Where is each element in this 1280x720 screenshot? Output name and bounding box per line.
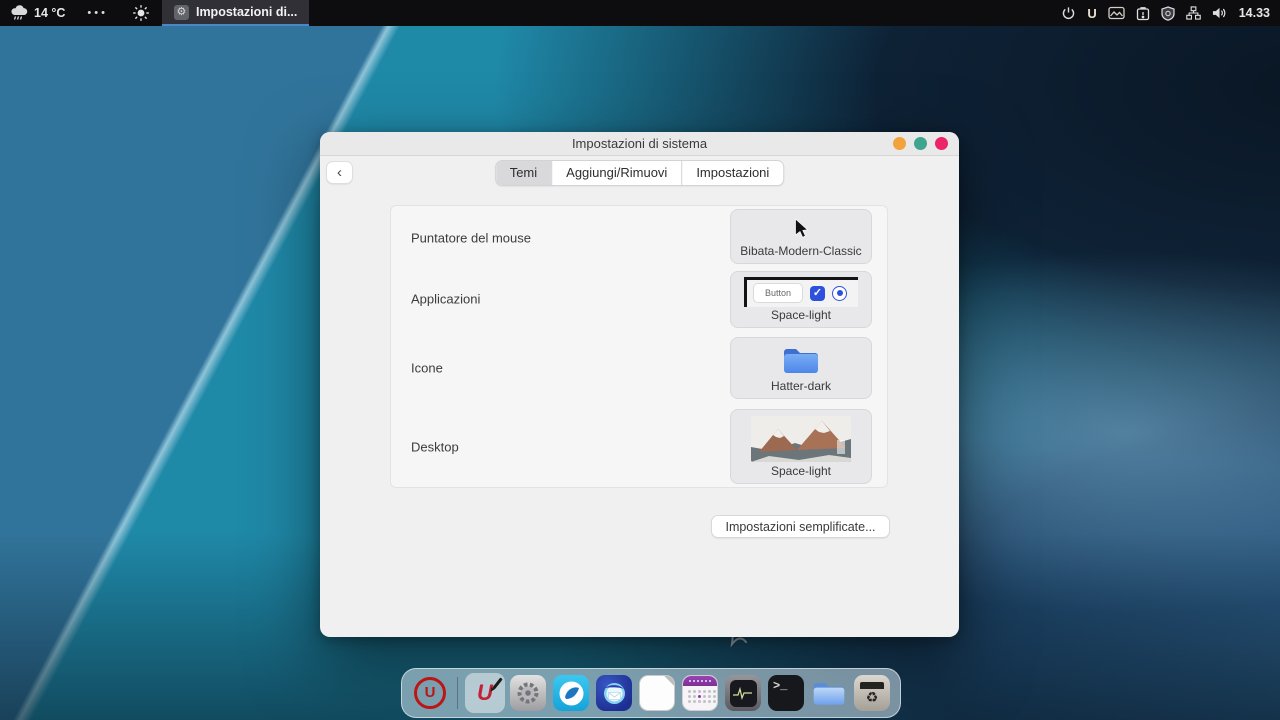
tab-impostazioni[interactable]: Impostazioni xyxy=(681,161,783,185)
icon-theme-name: Hatter-dark xyxy=(771,378,831,394)
dock-unity-launcher[interactable]: U xyxy=(410,673,450,713)
dock-browser[interactable] xyxy=(551,673,591,713)
simplified-settings-button[interactable]: Impostazioni semplificate... xyxy=(711,515,890,538)
sample-checkbox: ✓ xyxy=(810,286,825,301)
chevron-left-icon: ‹ xyxy=(337,164,342,181)
shield-icon[interactable] xyxy=(1161,6,1175,21)
photo-icon[interactable] xyxy=(1108,6,1125,20)
settings-window: Impostazioni di sistema ‹ Temi Aggiungi/… xyxy=(320,132,959,637)
sample-radio xyxy=(832,286,847,301)
top-menu-bar: 14 °C ••• ⚙ Impostazioni di... U xyxy=(0,0,1280,26)
gear-icon xyxy=(510,675,546,711)
menu-dots-icon[interactable]: ••• xyxy=(75,7,120,19)
network-icon[interactable] xyxy=(1186,6,1201,20)
window-titlebar[interactable]: Impostazioni di sistema xyxy=(320,132,959,156)
window-toolbar: ‹ Temi Aggiungi/Rimuovi Impostazioni xyxy=(320,156,959,200)
desktop-theme-name: Space-light xyxy=(771,463,831,479)
window-title: Impostazioni di sistema xyxy=(572,136,707,151)
row-label-desktop: Desktop xyxy=(411,440,459,455)
tab-bar: Temi Aggiungi/Rimuovi Impostazioni xyxy=(495,160,785,186)
thunderbird-icon xyxy=(596,675,632,711)
unity-logo-icon: U xyxy=(414,677,446,709)
taskbar-window-tab[interactable]: ⚙ Impostazioni di... xyxy=(162,0,309,26)
browser-icon xyxy=(553,675,589,711)
gear-icon: ⚙ xyxy=(174,5,189,20)
taskbar-window-title: Impostazioni di... xyxy=(196,5,297,19)
dock: U U xyxy=(401,668,901,718)
weather-temperature: 14 °C xyxy=(34,6,65,20)
calendar-icon xyxy=(682,675,718,711)
folder-icon xyxy=(811,678,847,708)
clock[interactable]: 14.33 xyxy=(1239,6,1270,20)
desktop-theme-button[interactable]: Space-light xyxy=(730,409,872,484)
dock-trash[interactable]: ♻ xyxy=(852,673,892,713)
power-icon[interactable] xyxy=(1061,6,1076,21)
terminal-icon: >_ xyxy=(768,675,804,711)
row-label-mouse-pointer: Puntatore del mouse xyxy=(411,231,531,246)
minimize-button[interactable] xyxy=(893,137,906,150)
blue-folder-icon xyxy=(781,344,821,376)
tab-temi[interactable]: Temi xyxy=(496,161,551,185)
mouse-theme-button[interactable]: Bibata-Modern-Classic xyxy=(730,209,872,264)
application-theme-name: Space-light xyxy=(771,307,831,323)
cursor-arrow-icon xyxy=(793,218,809,239)
dock-terminal[interactable]: >_ xyxy=(766,673,806,713)
dock-settings[interactable] xyxy=(508,673,548,713)
row-label-applications: Applicazioni xyxy=(411,292,480,307)
dock-separator xyxy=(457,677,458,709)
desktop: 14 °C ••• ⚙ Impostazioni di... U xyxy=(0,0,1280,720)
mouse-theme-name: Bibata-Modern-Classic xyxy=(740,243,861,259)
dock-thunderbird[interactable] xyxy=(594,673,634,713)
row-label-icons: Icone xyxy=(411,361,443,376)
sample-button: Button xyxy=(753,283,803,303)
mountain-wallpaper-thumbnail xyxy=(751,416,851,462)
tab-aggiungi-rimuovi[interactable]: Aggiungi/Rimuovi xyxy=(551,161,681,185)
application-theme-button[interactable]: Button ✓ Space-light xyxy=(730,271,872,328)
themes-panel: Puntatore del mouse Bibata-Modern-Classi… xyxy=(390,205,888,488)
dock-document[interactable] xyxy=(637,673,677,713)
system-monitor-icon xyxy=(725,675,761,711)
close-button[interactable] xyxy=(935,137,948,150)
package-icon[interactable] xyxy=(1136,6,1150,21)
dock-text-editor[interactable]: U xyxy=(465,673,505,713)
maximize-button[interactable] xyxy=(914,137,927,150)
icon-theme-button[interactable]: Hatter-dark xyxy=(730,337,872,399)
editor-logo-icon: U xyxy=(477,680,493,706)
dock-files[interactable] xyxy=(809,673,849,713)
brightness-icon[interactable] xyxy=(120,4,162,22)
widget-sample-preview: Button ✓ xyxy=(744,277,858,307)
weather-widget[interactable]: 14 °C xyxy=(0,0,75,26)
trash-icon: ♻ xyxy=(854,675,890,711)
ubuntu-u-icon[interactable]: U xyxy=(1087,6,1096,21)
volume-icon[interactable] xyxy=(1212,6,1228,20)
dock-system-monitor[interactable] xyxy=(723,673,763,713)
document-icon xyxy=(639,675,675,711)
cloud-rain-icon xyxy=(10,5,28,21)
pen-icon xyxy=(492,677,502,689)
back-button[interactable]: ‹ xyxy=(326,161,353,184)
dock-calendar[interactable] xyxy=(680,673,720,713)
